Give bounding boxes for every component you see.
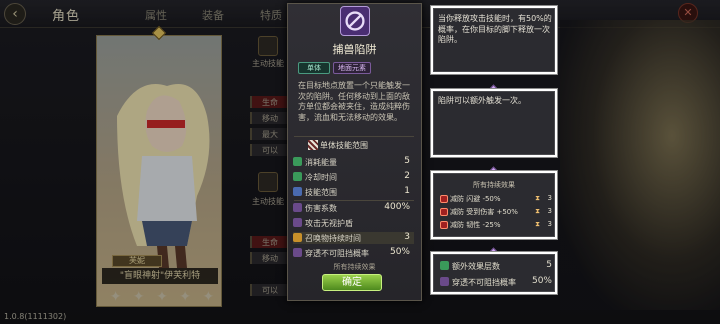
extra-stat-row: 穿透不可阻挡概率 50% [440, 276, 552, 288]
confirm-button[interactable]: 确定 [322, 274, 382, 291]
all-effects-label: 所有持续效果 [333, 263, 376, 271]
stat-label: 伤害系数 [305, 204, 337, 213]
stat-value: 5 [404, 156, 410, 166]
stat-row: 穿透不可阻挡概率 50% [293, 247, 414, 259]
skill-tag-ground: 地面元素 [333, 62, 371, 74]
effect-row: 减防 受到伤害 +50% ⧗ 3 [440, 207, 552, 217]
hourglass-icon: ⧗ [535, 194, 540, 202]
effect-label: 减防 闪避 -50% [450, 195, 501, 203]
divider [294, 136, 414, 137]
extra-stat-label: 穿透不可阻挡概率 [452, 278, 516, 287]
stat-label: 技能范围 [305, 188, 337, 197]
stat-label: 攻击无视护盾 [305, 219, 353, 228]
effect-turns: 3 [547, 207, 552, 215]
stat-row: 消耗能量 5 [293, 156, 414, 168]
hourglass-icon: ⧗ [535, 220, 540, 228]
tooltip-text: 当你释放攻击技能时，有50%的概率，在你目标的脚下释放一次陷阱。 [438, 14, 552, 44]
pierce-icon [293, 248, 302, 257]
trap-skill-icon [340, 6, 370, 36]
stack-icon [440, 261, 449, 270]
effects-title: 所有持续效果 [473, 181, 515, 189]
effect-label: 减防 受到伤害 +50% [450, 208, 518, 216]
effect-turns: 3 [547, 220, 552, 228]
extra-stat-label: 额外效果层数 [452, 262, 500, 271]
debuff-icon [440, 221, 448, 229]
extra-stat-value: 5 [546, 260, 552, 270]
tooltip-text: 陷阱可以额外触发一次。 [438, 96, 526, 105]
stat-row: 召唤物持续时间 3 [293, 232, 414, 244]
stat-row: 伤害系数 400% [293, 202, 414, 214]
hourglass-icon: ⧗ [535, 207, 540, 215]
skill-name: 捕兽陷阱 [332, 43, 377, 56]
stat-label: 冷却时间 [305, 173, 337, 182]
extra-stat-value: 50% [531, 276, 552, 286]
skill-tag-single: 单体 [298, 62, 330, 74]
stat-value: 1 [404, 186, 410, 196]
energy-icon [293, 157, 302, 166]
stat-row: 技能范围 1 [293, 186, 414, 198]
ignore-shield-icon [293, 218, 302, 227]
stat-value: 3 [404, 232, 410, 242]
extra-effects-tooltip [430, 251, 558, 295]
cooldown-icon [293, 172, 302, 181]
stat-label: 穿透不可阻挡概率 [305, 249, 369, 258]
stat-value: 50% [389, 247, 410, 257]
range-label: 单体技能范围 [320, 141, 368, 150]
stat-label: 消耗能量 [305, 158, 337, 167]
effect-label: 减防 韧性 -25% [450, 221, 501, 229]
stat-value: 400% [384, 202, 410, 212]
debuff-icon [440, 208, 448, 216]
debuff-icon [440, 195, 448, 203]
effect-row: 减防 韧性 -25% ⧗ 3 [440, 220, 552, 230]
pierce-icon [440, 277, 449, 286]
effect-row: 减防 闪避 -50% ⧗ 3 [440, 194, 552, 204]
stat-row: 攻击无视护盾 [293, 217, 414, 229]
stat-row: 冷却时间 2 [293, 171, 414, 183]
stat-value: 2 [404, 171, 410, 181]
effect-turns: 3 [547, 194, 552, 202]
range-icon [293, 187, 302, 196]
divider [294, 200, 414, 201]
damage-icon [293, 203, 302, 212]
range-grid-icon [308, 140, 318, 150]
stat-label: 召唤物持续时间 [305, 234, 361, 243]
summon-duration-icon [293, 233, 302, 242]
skill-description: 在目标地点放置一个只能触发一次的陷阱。任何移动到上面的敌方单位都会被夹住，造成纯… [298, 81, 410, 122]
extra-stat-row: 额外效果层数 5 [440, 260, 552, 272]
